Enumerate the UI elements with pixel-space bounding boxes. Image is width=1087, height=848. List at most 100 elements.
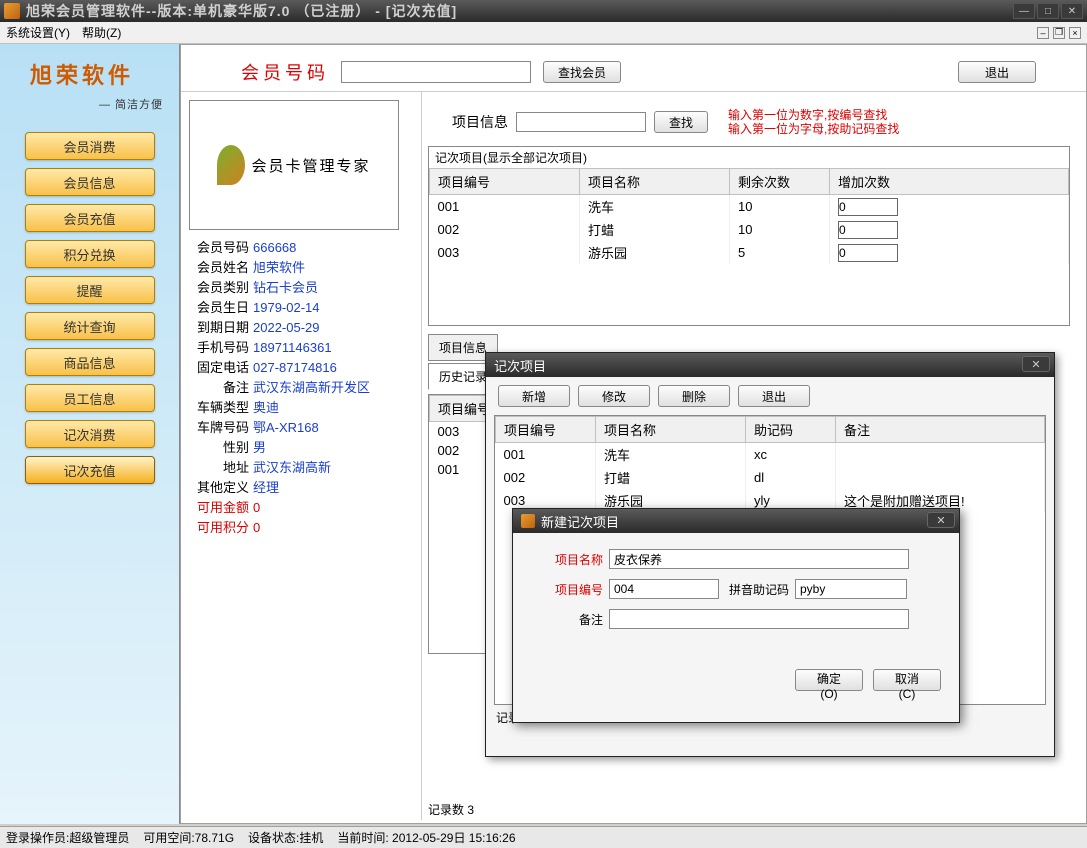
info-type-k: 会员类别 <box>189 278 249 298</box>
table-row[interactable]: 002打蜡dl <box>496 466 1045 489</box>
info-tel-k: 固定电话 <box>189 358 249 378</box>
mdi-restore-icon[interactable]: ❐ <box>1053 27 1065 39</box>
dlg1-edit-button[interactable]: 修改 <box>578 385 650 407</box>
add-input-0[interactable] <box>838 198 898 216</box>
menu-help[interactable]: 帮助(Z) <box>82 24 121 41</box>
dialog2-icon <box>521 514 535 528</box>
info-type-v: 钻石卡会员 <box>253 278 318 298</box>
mnem-label: 拼音助记码 <box>719 581 789 598</box>
info-plate-v: 鄂A-XR168 <box>253 418 319 438</box>
dialog1-close-icon[interactable]: ✕ <box>1022 356 1050 372</box>
info-mobile-v: 18971146361 <box>253 338 332 358</box>
info-sex-k: 性别 <box>189 438 249 458</box>
leaf-icon <box>217 145 245 185</box>
find-member-button[interactable]: 查找会员 <box>543 61 621 83</box>
logo: 旭荣软件 — 简洁方便 <box>0 50 179 124</box>
mdi-close-icon[interactable]: × <box>1069 27 1081 39</box>
col-add[interactable]: 增加次数 <box>830 169 1069 195</box>
mnem-input[interactable] <box>795 579 907 599</box>
code-label: 项目编号 <box>543 581 603 598</box>
name-input[interactable] <box>609 549 909 569</box>
cancel-button[interactable]: 取消(C) <box>873 669 941 691</box>
nav-remind[interactable]: 提醒 <box>25 276 155 304</box>
minimize-icon[interactable]: — <box>1013 3 1035 19</box>
status-time: 当前时间: 2012-05-29日 15:16:26 <box>337 829 515 846</box>
info-tel-v: 027-87174816 <box>253 358 337 378</box>
nav-goods[interactable]: 商品信息 <box>25 348 155 376</box>
nav-count-consume[interactable]: 记次消费 <box>25 420 155 448</box>
dlg1-col-mnem[interactable]: 助记码 <box>746 417 836 443</box>
nav-staff[interactable]: 员工信息 <box>25 384 155 412</box>
add-input-2[interactable] <box>838 244 898 262</box>
hint1: 输入第一位为数字,按编号查找 <box>728 108 899 122</box>
table-row[interactable]: 002打蜡10 <box>430 218 1069 241</box>
record-count: 记录数 3 <box>428 801 474 818</box>
card-text: 会员卡管理专家 <box>251 155 370 176</box>
info-no-v: 666668 <box>253 238 296 258</box>
nav-stats[interactable]: 统计查询 <box>25 312 155 340</box>
info-custom-k: 其他定义 <box>189 478 249 498</box>
project-find-button[interactable]: 查找 <box>654 111 708 133</box>
nav-member-info[interactable]: 会员信息 <box>25 168 155 196</box>
dlg1-col-code[interactable]: 项目编号 <box>496 417 596 443</box>
status-device: 设备状态:挂机 <box>248 829 323 846</box>
table-row[interactable]: 003游乐园5 <box>430 241 1069 264</box>
search-hint: 输入第一位为数字,按编号查找 输入第一位为字母,按助记码查找 <box>728 108 899 136</box>
add-input-1[interactable] <box>838 221 898 239</box>
info-mobile-k: 手机号码 <box>189 338 249 358</box>
dialog2-close-icon[interactable]: ✕ <box>927 512 955 528</box>
status-operator: 登录操作员:超级管理员 <box>6 829 129 846</box>
info-sex-v: 男 <box>253 438 266 458</box>
logo-slogan: — 简洁方便 <box>30 96 163 112</box>
member-panel: 会员卡管理专家 会员号码666668 会员姓名旭荣软件 会员类别钻石卡会员 会员… <box>181 92 421 820</box>
dialog2-title: 新建记次项目 <box>541 512 619 531</box>
info-no-k: 会员号码 <box>189 238 249 258</box>
dlg1-exit-button[interactable]: 退出 <box>738 385 810 407</box>
logo-name: 旭荣软件 <box>30 58 163 90</box>
info-plate-k: 车牌号码 <box>189 418 249 438</box>
info-car-v: 奥迪 <box>253 398 279 418</box>
info-points-k: 可用积分 <box>189 518 249 538</box>
mdi-minimize-icon[interactable]: – <box>1037 27 1049 39</box>
info-points-v: 0 <box>253 518 260 538</box>
info-car-k: 车辆类型 <box>189 398 249 418</box>
table-row[interactable]: 001洗车10 <box>430 195 1069 219</box>
dlg1-col-remark[interactable]: 备注 <box>836 417 1045 443</box>
project-list-title: 记次项目(显示全部记次项目) <box>429 147 1069 168</box>
remark-input[interactable] <box>609 609 909 629</box>
info-balance-k: 可用金额 <box>189 498 249 518</box>
close-icon[interactable]: ✕ <box>1061 3 1083 19</box>
info-expire-v: 2022-05-29 <box>253 318 320 338</box>
nav-member-recharge[interactable]: 会员充值 <box>25 204 155 232</box>
table-row[interactable]: 001洗车xc <box>496 443 1045 467</box>
nav-count-recharge[interactable]: 记次充值 <box>25 456 155 484</box>
col-code[interactable]: 项目编号 <box>430 169 580 195</box>
info-balance-v: 0 <box>253 498 260 518</box>
member-no-input[interactable] <box>341 61 531 83</box>
card-image: 会员卡管理专家 <box>189 100 399 230</box>
menu-system[interactable]: 系统设置(Y) <box>6 24 70 41</box>
dialog-new-project: 新建记次项目 ✕ 项目名称 项目编号 拼音助记码 备注 确定(O) 取消(C) <box>512 508 960 723</box>
name-label: 项目名称 <box>543 551 603 568</box>
sidebar: 旭荣软件 — 简洁方便 会员消费 会员信息 会员充值 积分兑换 提醒 统计查询 … <box>0 44 180 824</box>
statusbar: 登录操作员:超级管理员 可用空间:78.71G 设备状态:挂机 当前时间: 20… <box>0 826 1087 848</box>
col-name[interactable]: 项目名称 <box>580 169 730 195</box>
col-remain[interactable]: 剩余次数 <box>730 169 830 195</box>
info-expire-k: 到期日期 <box>189 318 249 338</box>
project-table: 项目编号 项目名称 剩余次数 增加次数 001洗车10 002打蜡10 003游… <box>429 168 1069 264</box>
dlg1-add-button[interactable]: 新增 <box>498 385 570 407</box>
ok-button[interactable]: 确定(O) <box>795 669 863 691</box>
dlg1-delete-button[interactable]: 删除 <box>658 385 730 407</box>
nav-member-consume[interactable]: 会员消费 <box>25 132 155 160</box>
menubar: 系统设置(Y) 帮助(Z) – ❐ × <box>0 22 1087 44</box>
code-input[interactable] <box>609 579 719 599</box>
exit-button[interactable]: 退出 <box>958 61 1036 83</box>
nav-points-exchange[interactable]: 积分兑换 <box>25 240 155 268</box>
status-space: 可用空间:78.71G <box>143 829 234 846</box>
dlg1-col-name[interactable]: 项目名称 <box>596 417 746 443</box>
project-info-label: 项目信息 <box>452 112 508 132</box>
info-birth-k: 会员生日 <box>189 298 249 318</box>
project-search-input[interactable] <box>516 112 646 132</box>
info-custom-v: 经理 <box>253 478 279 498</box>
maximize-icon[interactable]: □ <box>1037 3 1059 19</box>
